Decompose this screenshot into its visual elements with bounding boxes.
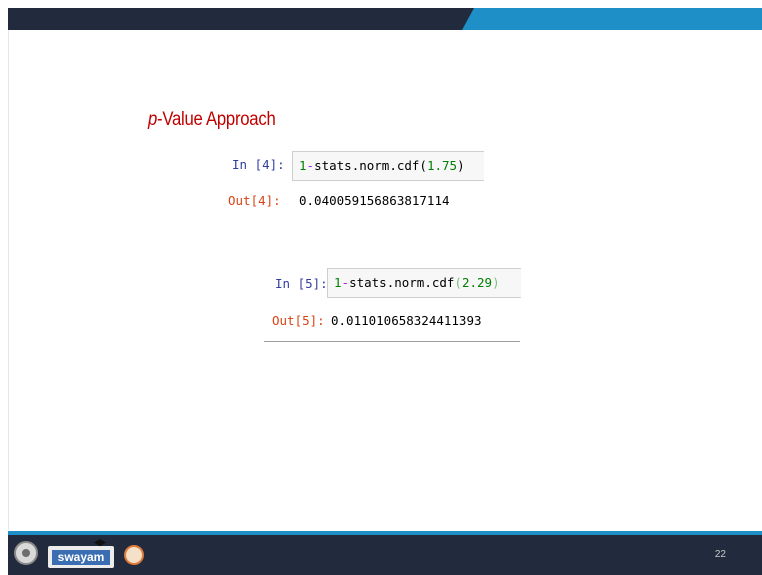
slide-title: p-Value Approach <box>148 109 276 131</box>
cell-2-code-close: ) <box>492 275 500 290</box>
cell-1-out-prompt: Out[4]: <box>228 193 281 208</box>
page-number: 22 <box>714 549 726 560</box>
institute-logo-icon <box>14 541 38 565</box>
cell-1-code-close: ) <box>457 158 465 173</box>
cell-2-input[interactable]: 1-stats.norm.cdf(2.29) <box>327 268 521 298</box>
cell-2-code-open: ( <box>454 275 462 290</box>
cell-1-in-prompt: In [4]: <box>232 157 285 172</box>
cell-1-code-func: stats.norm.cdf( <box>314 158 427 173</box>
cell-2-code-func: stats.norm.cdf <box>349 275 455 290</box>
nptel-logo-icon <box>124 545 144 565</box>
swayam-logo: swayam <box>48 546 114 568</box>
cell-1-output: 0.040059156863817114 <box>299 193 450 208</box>
swayam-logo-text: swayam <box>52 550 110 565</box>
cell-2-code-arg: 2.29 <box>461 275 493 290</box>
title-text: -Value Approach <box>157 109 276 130</box>
cell-1-code-op: - <box>306 158 315 173</box>
cell-divider <box>264 341 520 342</box>
cell-2-code-op: - <box>341 275 350 290</box>
footer-bar <box>8 535 762 575</box>
slide-left-border <box>8 30 9 530</box>
cell-1-code-arg: 1.75 <box>426 158 458 173</box>
cell-1-input[interactable]: 1-stats.norm.cdf(1.75) <box>292 151 484 181</box>
cell-2-code-prefix: 1 <box>334 275 342 290</box>
title-italic-p: p <box>148 109 158 130</box>
cell-1-code-prefix: 1 <box>299 158 307 173</box>
top-banner <box>8 8 762 30</box>
slide: p-Value Approach In [4]: 1-stats.norm.cd… <box>0 0 762 575</box>
cell-2-output: 0.011010658324411393 <box>331 313 482 328</box>
cell-2-in-prompt: In [5]: <box>275 276 328 291</box>
cell-2-out-prompt: Out[5]: <box>272 313 325 328</box>
top-banner-accent <box>462 8 762 30</box>
